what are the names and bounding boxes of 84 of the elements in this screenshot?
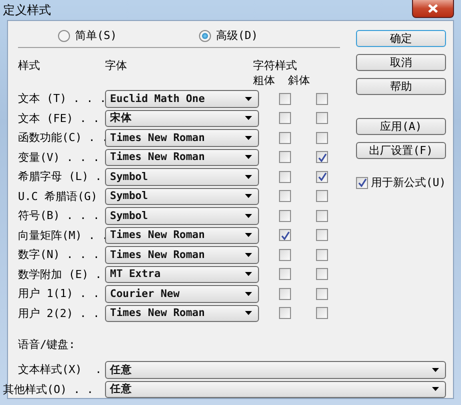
close-icon xyxy=(428,4,438,13)
font-dropdown[interactable]: Symbol xyxy=(105,188,259,205)
mode-radio[interactable]: 高级(D) xyxy=(199,28,340,43)
radio-button[interactable] xyxy=(199,30,211,42)
style-header: 样式 xyxy=(18,58,40,73)
caret-icon xyxy=(245,272,252,276)
font-dropdown[interactable]: Times New Roman xyxy=(105,304,259,322)
caret-icon xyxy=(245,252,252,257)
bold-checkbox[interactable] xyxy=(279,112,291,124)
font-dropdown[interactable]: Euclid Math One xyxy=(105,90,259,108)
caret-icon xyxy=(245,292,252,296)
italic-checkbox[interactable] xyxy=(316,307,328,320)
italic-checkbox[interactable] xyxy=(316,210,328,222)
font-dropdown[interactable]: Times New Roman xyxy=(105,246,259,264)
font-dropdown[interactable]: Symbol xyxy=(105,207,259,224)
style-label: 用户 1(1) . . xyxy=(18,286,101,302)
bold-checkbox[interactable] xyxy=(279,307,291,320)
font-dropdown[interactable]: Courier New xyxy=(105,285,259,302)
caret-icon xyxy=(432,387,439,392)
bold-checkbox[interactable] xyxy=(279,151,291,164)
section-label: 语音/键盘: xyxy=(18,337,76,353)
caret-icon xyxy=(245,194,252,198)
caret-icon xyxy=(245,96,252,101)
style-label: 变量(V) . . . xyxy=(18,150,101,166)
italic-checkbox[interactable] xyxy=(316,92,328,105)
bold-checkbox[interactable] xyxy=(279,248,291,261)
checkbox-label: 用于新公式(U) xyxy=(371,175,446,191)
style-label: 文本 (T) . . . xyxy=(18,91,105,108)
bold-checkbox[interactable] xyxy=(279,92,291,105)
bold-checkbox[interactable] xyxy=(279,229,291,242)
mode-radio[interactable]: 简单(S) xyxy=(58,28,199,43)
close-button[interactable] xyxy=(412,0,454,18)
italic-checkbox[interactable] xyxy=(316,132,328,144)
caret-icon xyxy=(432,368,439,372)
style-dropdown[interactable]: 任意 xyxy=(105,380,446,398)
caret-icon xyxy=(245,233,252,238)
caret-icon xyxy=(245,155,252,160)
style-dropdown[interactable]: 任意 xyxy=(105,361,446,378)
italic-checkbox[interactable] xyxy=(316,288,328,300)
style-label: 数字(N) . . . xyxy=(18,247,101,264)
caret-icon xyxy=(245,136,252,140)
italic-checkbox[interactable] xyxy=(316,229,328,242)
caret-icon xyxy=(245,174,252,179)
italic-checkbox[interactable] xyxy=(316,268,328,280)
font-dropdown[interactable]: Times New Roman xyxy=(105,226,259,244)
caret-icon xyxy=(245,311,252,316)
bold-checkbox[interactable] xyxy=(279,170,291,183)
style-label: 文本样式(X) . xyxy=(17,362,103,378)
char-style-header: 字符样式 xyxy=(253,58,298,73)
font-dropdown[interactable]: Symbol xyxy=(105,168,259,186)
font-header: 字体 xyxy=(105,58,127,73)
italic-checkbox[interactable] xyxy=(316,151,328,164)
style-label: 其他样式(O) . . xyxy=(3,382,94,398)
italic-checkbox[interactable] xyxy=(316,170,328,183)
style-label: 用户 2(2) . . xyxy=(18,306,101,322)
caret-icon xyxy=(245,116,252,120)
style-label: U.C 希腊语(G) xyxy=(18,188,98,205)
radio-button[interactable] xyxy=(58,30,70,42)
italic-checkbox[interactable] xyxy=(316,248,328,261)
bold-checkbox[interactable] xyxy=(279,268,291,280)
dialog-button[interactable]: 取消 xyxy=(356,54,446,71)
radio-label: 高级(D) xyxy=(216,28,258,43)
dialog-button[interactable]: 应用(A) xyxy=(356,118,446,135)
italic-checkbox[interactable] xyxy=(316,190,328,202)
font-dropdown[interactable]: 宋体 xyxy=(105,110,259,127)
radio-label: 简单(S) xyxy=(75,28,117,43)
caret-icon xyxy=(245,214,252,218)
bold-checkbox[interactable] xyxy=(279,288,291,300)
new-equation-checkbox[interactable] xyxy=(356,176,368,188)
font-dropdown[interactable]: Times New Roman xyxy=(105,129,259,146)
dialog-button[interactable]: 出厂设置(F) xyxy=(356,142,446,159)
bold-checkbox[interactable] xyxy=(279,190,291,202)
dialog-button[interactable]: 帮助 xyxy=(356,78,446,95)
style-label: 符号(B) . . . xyxy=(18,208,101,224)
font-dropdown[interactable]: Times New Roman xyxy=(105,148,259,166)
style-label: 文本 (FE) . . xyxy=(18,110,101,127)
style-label: 希腊字母 (L) . xyxy=(18,169,103,186)
bold-checkbox[interactable] xyxy=(279,210,291,222)
font-dropdown[interactable]: MT Extra xyxy=(105,266,259,283)
italic-checkbox[interactable] xyxy=(316,112,328,124)
dialog-button[interactable]: 确定 xyxy=(356,30,446,47)
window-title: 定义样式 xyxy=(3,2,51,19)
style-label: 数学附加 (E) . xyxy=(18,266,103,283)
bold-checkbox[interactable] xyxy=(279,132,291,144)
